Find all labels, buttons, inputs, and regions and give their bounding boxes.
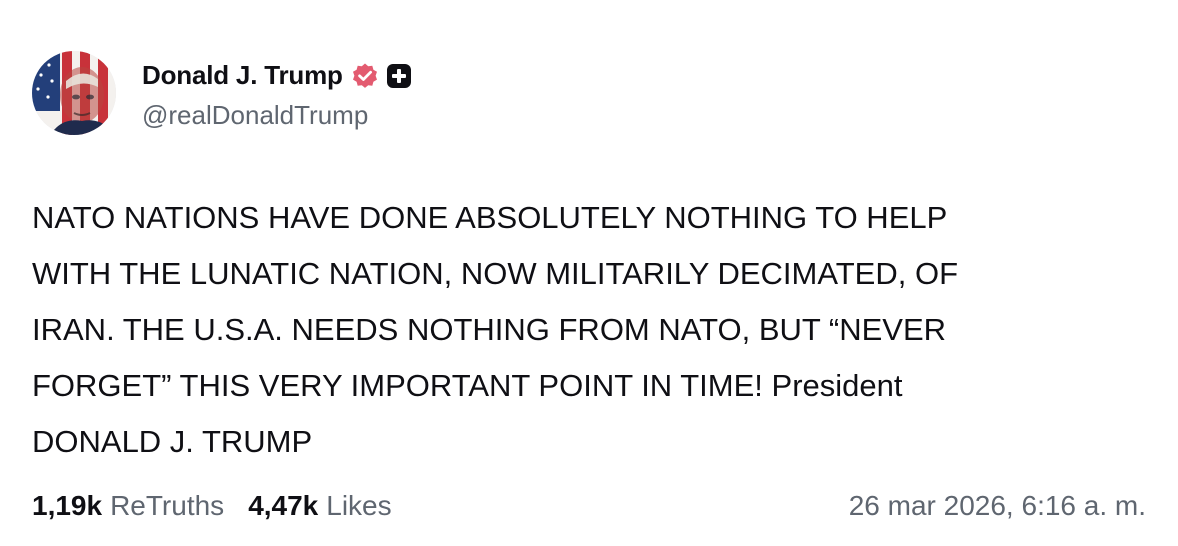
author-identity: Donald J. Trump @realDonaldTrump: [142, 56, 413, 131]
post-header: Donald J. Trump @realDonaldTrump: [32, 50, 413, 136]
likes-stat[interactable]: 4,47k Likes: [248, 490, 391, 522]
author-handle[interactable]: @realDonaldTrump: [142, 100, 413, 131]
name-row: Donald J. Trump: [142, 56, 413, 96]
post-text: NATO NATIONS HAVE DONE ABSOLUTELY NOTHIN…: [32, 200, 959, 459]
retruths-stat[interactable]: 1,19k ReTruths: [32, 490, 224, 522]
flag-portrait-avatar-icon: [32, 51, 116, 135]
likes-label: Likes: [326, 490, 392, 521]
avatar[interactable]: [32, 51, 116, 135]
verified-badge-icon: [351, 62, 379, 90]
plus-badge-icon: [385, 62, 413, 90]
likes-count: 4,47k: [248, 490, 319, 521]
post-timestamp[interactable]: 26 mar 2026, 6:16 a. m.: [849, 490, 1146, 522]
retruths-label: ReTruths: [110, 490, 225, 521]
post-footer: 1,19k ReTruths 4,47k Likes 26 mar 2026, …: [32, 484, 1146, 528]
retruths-count: 1,19k: [32, 490, 103, 521]
truth-post-card: Donald J. Trump @realDonaldTrump NATO NA…: [0, 0, 1178, 546]
display-name[interactable]: Donald J. Trump: [142, 60, 343, 91]
